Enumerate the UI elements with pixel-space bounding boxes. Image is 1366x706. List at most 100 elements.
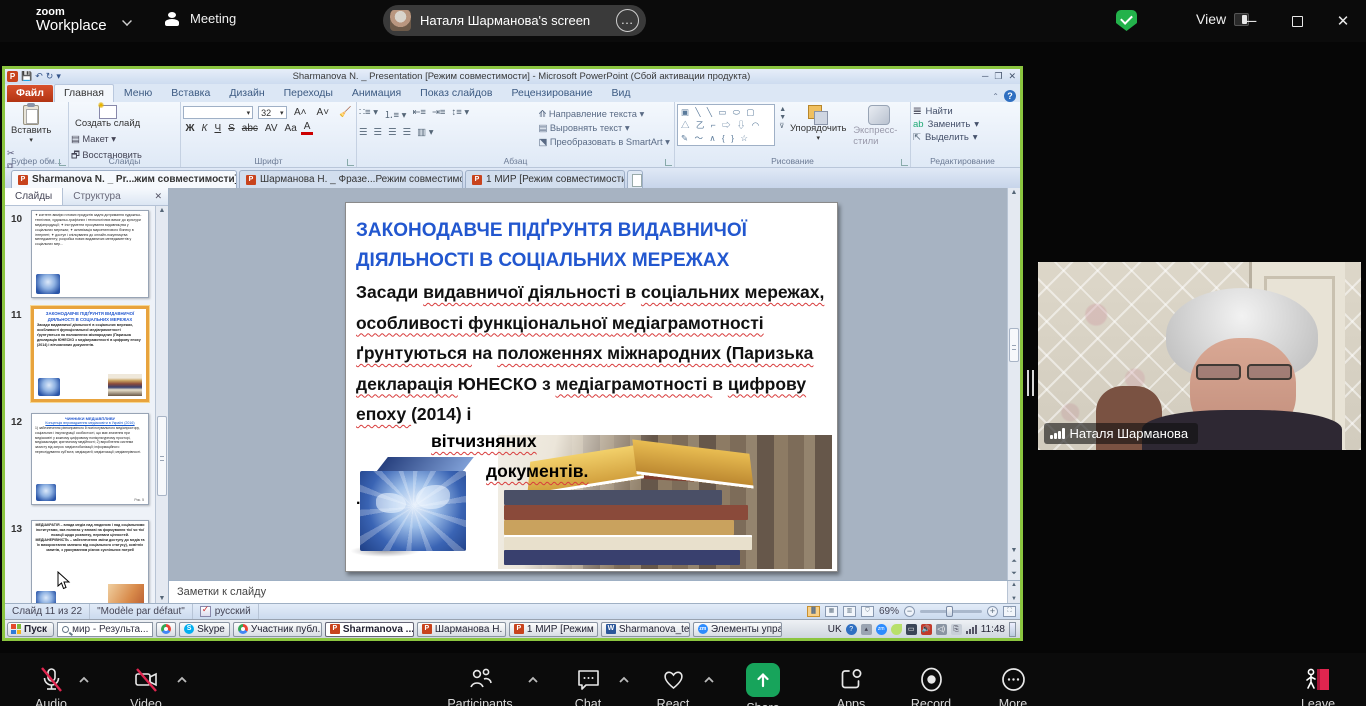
doc-tab-2[interactable]: P Шарманова Н. _ Фразе...Режим совместим… xyxy=(239,170,463,188)
taskbar-btn-sharmanova2-ppt[interactable]: PШарманова Н. ... xyxy=(417,622,506,637)
zoom-in-button[interactable]: + xyxy=(987,606,998,617)
ppt-minimize-icon[interactable]: ─ xyxy=(982,71,988,82)
doc-tab-3[interactable]: P 1 МИР [Режим совместимости] ✕ xyxy=(465,170,625,188)
volume-muted-tray-icon[interactable]: 🔊 xyxy=(921,624,932,635)
security-shield-icon[interactable] xyxy=(1116,10,1137,31)
help-tray-icon[interactable]: ? xyxy=(846,624,857,635)
save-icon[interactable]: 💾 xyxy=(21,71,32,82)
audio-options-chevron-icon[interactable] xyxy=(78,676,90,684)
slideshow-view-button[interactable]: ⛉ xyxy=(861,606,874,617)
ppt-close-icon[interactable]: ✕ xyxy=(1008,71,1016,82)
show-desktop-button[interactable] xyxy=(1009,622,1016,637)
new-document-tab-button[interactable] xyxy=(627,170,643,188)
clear-format-icon[interactable]: 🧹 xyxy=(337,107,354,118)
font-size-combo[interactable]: 32▾ xyxy=(258,106,286,119)
zoom-out-button[interactable]: − xyxy=(904,606,915,617)
start-button[interactable]: Пуск xyxy=(7,622,54,637)
notes-scrollbar[interactable]: ▲▼ xyxy=(1007,581,1020,603)
ribbon-collapse-icon[interactable]: ⌃ xyxy=(992,92,999,101)
reading-view-button[interactable]: ▥ xyxy=(843,606,856,617)
paragraph-dialog-launcher[interactable] xyxy=(665,159,672,166)
slide-scroll-down-icon[interactable]: ▼ xyxy=(1008,547,1020,554)
leave-button[interactable]: Leave xyxy=(1273,666,1363,706)
taskbar-btn-chrome-window[interactable]: Участник публ... xyxy=(233,622,322,637)
ribbon-tab-insert[interactable]: Вставка xyxy=(162,85,219,102)
align-text-button[interactable]: ▤ Выровнять текст ▾ xyxy=(538,123,670,134)
paste-button[interactable]: Вставить ▾ xyxy=(7,104,55,145)
align-left-button[interactable]: ☰ xyxy=(359,127,368,138)
shapes-scroll-down-icon[interactable]: ▼ xyxy=(779,114,786,121)
bold-button[interactable]: Ж xyxy=(183,123,197,134)
leaf-tray-icon[interactable] xyxy=(891,624,902,635)
shadow-button[interactable]: S xyxy=(226,123,238,134)
redo-icon[interactable]: ↻ xyxy=(46,71,54,82)
fit-to-window-button[interactable]: ⛶ xyxy=(1003,606,1016,617)
ribbon-tab-file[interactable]: Файл xyxy=(7,85,53,102)
network-signal-icon[interactable] xyxy=(966,624,977,634)
normal-view-button[interactable]: ▐▌ xyxy=(807,606,820,617)
display-tray-icon[interactable]: ▭ xyxy=(906,624,917,635)
undo-icon[interactable]: ↶ xyxy=(35,71,43,82)
restore-button[interactable] xyxy=(1282,0,1312,42)
minimize-button[interactable]: ─ xyxy=(1236,0,1266,42)
participants-options-chevron-icon[interactable] xyxy=(527,676,539,684)
react-button[interactable]: React xyxy=(628,666,718,706)
chrome-launcher-button[interactable] xyxy=(156,622,176,637)
slide-thumbnail-11-selected[interactable]: ЗАКОНОДАВЧЕ ПІДҐРУНТЯ ВИДАВНИЧОЇ ДІЯЛЬНО… xyxy=(31,306,149,402)
apps-button[interactable]: Apps xyxy=(806,666,896,706)
select-button[interactable]: ⇱Выделить ▾ xyxy=(913,132,1012,143)
slide-thumbnail-10[interactable]: ✦ контент-виміри готових продуктів задля… xyxy=(31,210,149,298)
record-button[interactable]: Record xyxy=(886,666,976,706)
taskbar-search[interactable]: мир - Результа... xyxy=(57,622,153,637)
pane-scroll-down-icon[interactable]: ▼ xyxy=(156,595,168,602)
taskbar-btn-word-doc[interactable]: WSharmanova_te... xyxy=(601,622,690,637)
align-right-button[interactable]: ☰ xyxy=(388,127,397,138)
video-button[interactable]: Video xyxy=(101,666,191,706)
notes-panel[interactable]: Заметки к слайду ▲▼ xyxy=(169,580,1020,603)
italic-button[interactable]: К xyxy=(199,123,210,134)
close-button[interactable]: ✕ xyxy=(1328,0,1358,42)
pane-tab-slides[interactable]: Слайды xyxy=(5,188,63,205)
pane-scrollbar[interactable]: ▲ ▼ xyxy=(155,206,168,603)
participants-button[interactable]: Participants xyxy=(435,666,525,706)
decrease-indent-button[interactable]: ⇤≡ xyxy=(412,107,426,121)
share-button[interactable]: Share xyxy=(718,663,808,706)
change-case-button[interactable]: Aa xyxy=(282,123,299,134)
audio-button[interactable]: Audio xyxy=(6,666,96,706)
columns-button[interactable]: ▥ ▾ xyxy=(417,127,433,138)
tab-meeting[interactable]: Meeting xyxy=(163,11,236,26)
react-options-chevron-icon[interactable] xyxy=(703,676,715,684)
justify-button[interactable]: ☰ xyxy=(403,127,412,138)
tab-options-ellipsis-icon[interactable]: … xyxy=(616,9,639,32)
tray-expand-icon[interactable]: ▴ xyxy=(861,624,872,635)
ribbon-tab-home[interactable]: Главная xyxy=(54,84,114,102)
doc-tab-1[interactable]: P Sharmanova N. _ Pr...жим совместимости… xyxy=(11,170,237,188)
ribbon-tab-view[interactable]: Вид xyxy=(603,85,640,102)
workspace-chevron-down-icon[interactable] xyxy=(122,16,132,26)
slide-scroll-thumb[interactable] xyxy=(1009,328,1019,362)
slide-canvas[interactable]: ЗАКОНОДАВЧЕ ПІДҐРУНТЯ ВИДАВНИЧОЇ ДІЯЛЬНО… xyxy=(345,202,838,572)
smartart-button[interactable]: ⬔ Преобразовать в SmartArt ▾ xyxy=(538,137,670,148)
pane-tab-outline[interactable]: Структура xyxy=(63,188,130,205)
char-spacing-button[interactable]: AV xyxy=(262,123,280,134)
pane-scroll-up-icon[interactable]: ▲ xyxy=(156,206,168,214)
align-center-button[interactable]: ☰ xyxy=(374,127,383,138)
skype-button[interactable]: S Skype xyxy=(179,622,230,637)
ppt-restore-icon[interactable]: ❐ xyxy=(994,71,1002,82)
pane-close-icon[interactable]: ✕ xyxy=(154,191,168,202)
previous-slide-button[interactable]: ⏶ xyxy=(1008,558,1020,566)
shapes-gallery[interactable]: ▣ ╲ ╲ ▭ ⬭ ▢△ 乙 ⌐ ⇨ ⇩ ◠✎ ～ ∧ { } ☆ xyxy=(677,104,775,146)
bullets-button[interactable]: ∷≡ ▾ xyxy=(359,107,378,121)
volume-tray-icon[interactable]: ◁) xyxy=(936,624,947,635)
arrange-button[interactable]: Упорядочить ▾ xyxy=(790,104,846,148)
taskbar-btn-1mir-ppt[interactable]: P1 МИР [Режим с... xyxy=(509,622,598,637)
spell-check-cell[interactable]: русский xyxy=(193,604,259,619)
ribbon-tab-slideshow[interactable]: Показ слайдов xyxy=(411,85,501,102)
shapes-more-icon[interactable]: ⊽ xyxy=(779,122,786,130)
taskbar-btn-zoom-controls[interactable]: zmЭлементы упра... xyxy=(693,622,782,637)
ribbon-tab-design[interactable]: Дизайн xyxy=(220,85,273,102)
zoom-slider[interactable] xyxy=(920,610,982,613)
increase-indent-button[interactable]: ⇥≡ xyxy=(432,107,446,121)
chat-button[interactable]: Chat xyxy=(543,666,633,706)
slide-thumbnail-12[interactable]: ЧИННИКИ МЕДІАВПЛИВУ Концепція впроваджен… xyxy=(31,413,149,505)
